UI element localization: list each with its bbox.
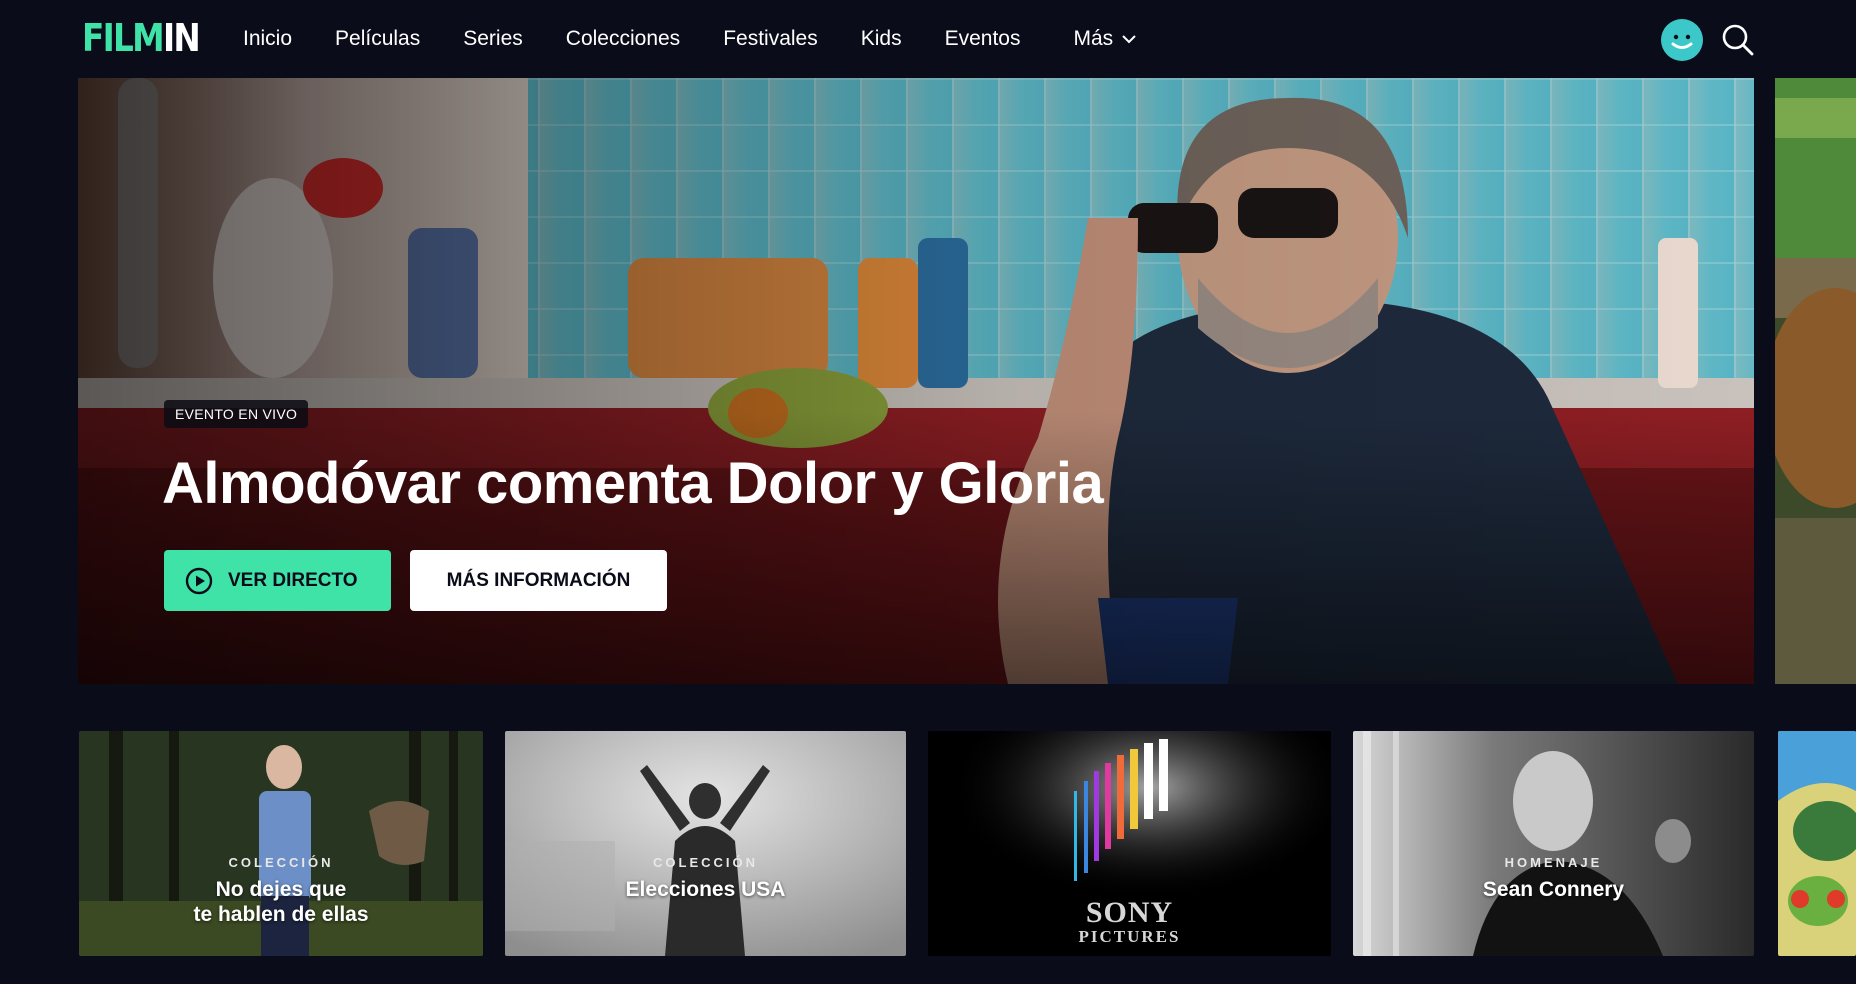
studio-card[interactable]: SONY PICTURES (928, 731, 1331, 956)
logo-text-film: FILM (82, 16, 165, 60)
nav-item-peliculas[interactable]: Películas (335, 27, 420, 51)
collection-card-image (1778, 731, 1856, 956)
card-title-line: te hablen de ellas (193, 903, 369, 926)
nav-item-mas[interactable]: Más (1073, 27, 1137, 51)
hero-title: Almodóvar comenta Dolor y Gloria (162, 451, 1104, 516)
main-menu: Inicio Películas Series Colecciones Fest… (243, 0, 1180, 78)
card-kicker: HOMENAJE (1504, 855, 1603, 870)
card-title: Elecciones USA (625, 878, 786, 901)
card-title: Sean Connery (1482, 878, 1625, 901)
nav-item-mas-label: Más (1073, 27, 1114, 50)
collection-card[interactable]: COLECCIÓN Elecciones USA (505, 731, 906, 956)
nav-item-inicio[interactable]: Inicio (243, 27, 292, 51)
card-title-line: No dejes que (215, 878, 347, 901)
collection-card[interactable]: HOMENAJE Sean Connery (1353, 731, 1754, 956)
nav-item-kids[interactable]: Kids (861, 27, 902, 51)
studio-logo-subtext: PICTURES (1078, 927, 1181, 946)
logo-text-in: IN (162, 16, 201, 60)
more-info-button[interactable]: MÁS INFORMACIÓN (410, 550, 667, 611)
search-icon[interactable] (1721, 23, 1755, 57)
more-info-label: MÁS INFORMACIÓN (446, 569, 631, 591)
avatar-smiley-icon[interactable] (1661, 19, 1703, 61)
nav-item-festivales[interactable]: Festivales (723, 27, 818, 51)
card-kicker: COLECCIÓN (228, 855, 334, 870)
nav-item-series[interactable]: Series (463, 27, 523, 51)
chevron-down-icon (1122, 35, 1136, 44)
watch-live-label: VER DIRECTO (228, 569, 358, 591)
next-hero-slide[interactable] (1775, 78, 1856, 684)
live-event-badge: EVENTO EN VIVO (164, 400, 309, 428)
card-kicker: COLECCIÓN (653, 855, 758, 870)
card-title: No dejes que te hablen de ellas (79, 877, 483, 927)
collection-card[interactable]: COLECCIÓN No dejes que te hablen de ella… (79, 731, 483, 956)
hero-banner[interactable]: EVENTO EN VIVO Almodóvar comenta Dolor y… (78, 78, 1754, 684)
filmin-logo[interactable]: FILM IN (82, 16, 201, 60)
watch-live-button[interactable]: VER DIRECTO (164, 550, 391, 611)
studio-logo-text: SONY (1085, 896, 1174, 929)
collection-card-image (1353, 731, 1754, 956)
next-collection-card[interactable] (1778, 731, 1856, 956)
collection-card-image (505, 731, 906, 956)
play-circle-icon (185, 567, 213, 594)
nav-item-eventos[interactable]: Eventos (945, 27, 1021, 51)
next-hero-image (1775, 78, 1856, 684)
top-nav: FILM IN Inicio Películas Series Coleccion… (0, 0, 1856, 78)
nav-item-colecciones[interactable]: Colecciones (566, 27, 680, 51)
